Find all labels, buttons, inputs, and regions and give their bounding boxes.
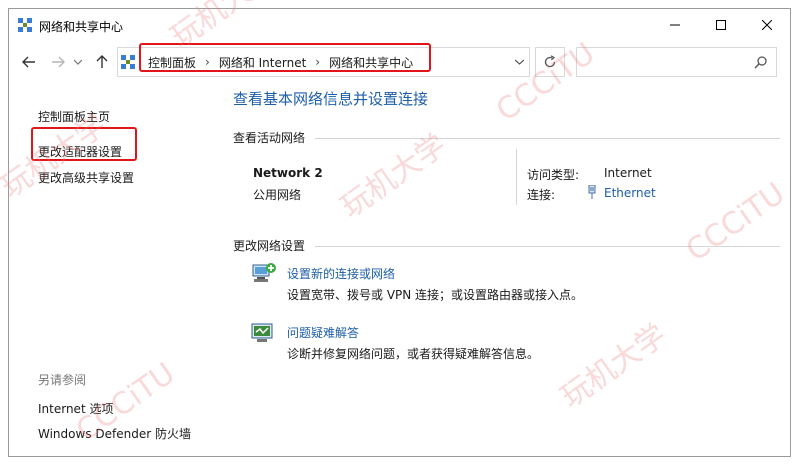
forward-arrow-icon (52, 56, 65, 68)
section-divider (315, 138, 780, 139)
up-arrow-icon (96, 55, 108, 68)
troubleshoot-problems-description: 诊断并修复网络问题，或者获得疑难解答信息。 (287, 347, 540, 361)
ethernet-icon (587, 184, 597, 202)
setup-new-connection-description: 设置宽带、拨号或 VPN 连接；或设置路由器或接入点。 (287, 288, 584, 302)
vertical-divider (516, 149, 517, 205)
page-title: 查看基本网络信息并设置连接 (233, 90, 429, 108)
chevron-down-icon (514, 59, 524, 65)
up-button[interactable] (91, 51, 113, 73)
troubleshoot-icon (251, 322, 275, 347)
address-dropdown-button[interactable] (510, 54, 528, 70)
close-button[interactable] (744, 9, 790, 41)
network-profile-link: 公用网络 (253, 188, 302, 202)
sidebar-change-sharing-link[interactable]: 更改高级共享设置 (38, 169, 134, 186)
recent-locations-button[interactable] (71, 51, 85, 73)
breadcrumb-highlight-box (139, 43, 431, 72)
network-name: Network 2 (253, 166, 323, 180)
change-settings-heading: 更改网络设置 (233, 239, 306, 253)
connection-label: 连接: (527, 188, 556, 202)
back-button[interactable] (18, 51, 40, 73)
troubleshoot-problems-link[interactable]: 问题疑难解答 (287, 324, 359, 341)
sidebar-control-panel-home-link[interactable]: 控制面板主页 (38, 108, 110, 125)
refresh-icon (544, 55, 556, 68)
active-networks-heading: 查看活动网络 (233, 131, 306, 145)
access-type-label: 访问类型: (527, 168, 580, 182)
window-title: 网络和共享中心 (39, 20, 124, 34)
section-divider (315, 246, 780, 247)
window: 网络和共享中心 控制面板 › 网络和 Internet › 网络和共享中心 控制… (8, 8, 791, 457)
search-input[interactable] (576, 47, 777, 77)
minimize-button[interactable] (652, 9, 698, 41)
change-adapter-highlight-box (31, 127, 137, 161)
chevron-down-icon (74, 59, 82, 65)
title-bar: 网络和共享中心 (9, 9, 790, 42)
back-arrow-icon (22, 56, 35, 68)
see-also-defender-firewall-link[interactable]: Windows Defender 防火墙 (38, 425, 191, 442)
see-also-header: 另请参阅 (38, 373, 87, 387)
network-center-icon (121, 55, 135, 72)
network-center-icon (18, 18, 32, 35)
access-type-value: Internet (604, 166, 652, 180)
refresh-button[interactable] (535, 47, 565, 77)
see-also-internet-options-link[interactable]: Internet 选项 (38, 400, 113, 417)
new-connection-icon (251, 262, 277, 289)
search-icon (754, 55, 768, 72)
ethernet-connection-link[interactable]: Ethernet (604, 186, 656, 200)
maximize-button[interactable] (698, 9, 744, 41)
forward-button[interactable] (47, 51, 69, 73)
setup-new-connection-link[interactable]: 设置新的连接或网络 (287, 265, 395, 282)
